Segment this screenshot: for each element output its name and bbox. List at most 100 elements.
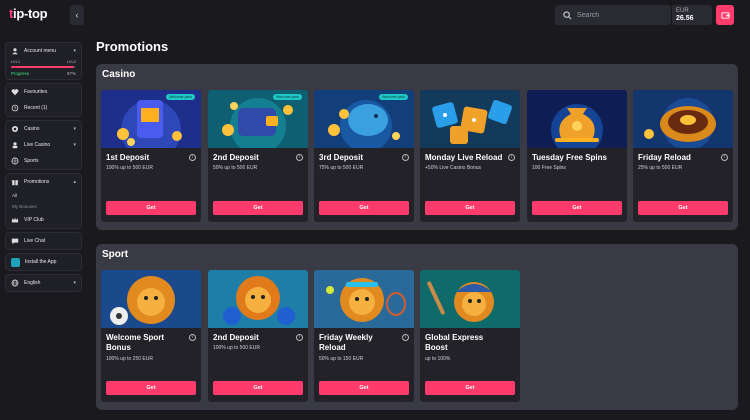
quick-links-card: Favourites Recent (1) [5,83,82,117]
promo-title: Friday Weekly Reload [319,333,373,352]
user-icon [11,47,19,55]
promo-description: 50% up to 150 EUR [319,356,364,362]
ball-icon [11,157,19,165]
info-icon[interactable]: i [189,154,196,161]
account-menu-label: Account menu [24,48,56,54]
account-menu-toggle[interactable]: Account menu ▾ [6,43,81,59]
info-icon[interactable]: i [189,334,196,341]
progress-label: Progress [11,71,30,76]
sidebar-item-label: Live Chat [24,238,46,244]
promo-description: 25% up to 500 EUR [638,165,683,171]
get-button[interactable]: Get [425,381,515,395]
sidebar-item-recent[interactable]: Recent (1) [6,100,81,116]
promo-title: 3rd Deposit [319,153,364,162]
sidebar-item-install-app[interactable]: Install the App [6,254,81,270]
wallet-button[interactable] [716,5,734,25]
promo-card[interactable]: Friday Weekly Reload i 50% up to 150 EUR… [314,270,414,402]
promo-title: Monday Live Reload [425,153,503,162]
balance-display[interactable]: EUR 26.56 [672,5,712,25]
wallet-icon [720,11,730,19]
globe-icon [11,279,19,287]
welcome-pack-badge: Welcome pack [273,94,302,100]
sidebar-item-casino[interactable]: Casino ▾ [6,121,81,137]
promotions-card: Promotions ▴ All My Bonuses VIP Club [5,173,82,229]
promo-image-lion-baseball [420,270,520,328]
get-button[interactable]: Get [532,201,622,215]
chevron-down-icon: ▾ [73,126,76,132]
promo-title: 2nd Deposit [213,153,259,162]
level-progress: LVL1 LVL2 Progress 97% [6,59,81,79]
promo-card[interactable]: Welcome pack 1st Deposit i 100% up to 50… [101,90,201,222]
get-button[interactable]: Get [319,201,409,215]
search-input[interactable] [577,11,657,19]
language-selector[interactable]: English ▾ [6,275,81,291]
promo-title: Friday Reload [638,153,691,162]
promo-description: 75% up to 500 EUR [319,165,364,171]
games-card: Casino ▾ Live Casino ▾ Sports [5,120,82,170]
info-icon[interactable]: i [721,154,728,161]
get-button[interactable]: Get [106,381,196,395]
promo-card[interactable]: Friday Reload i 25% up to 500 EUR Get [633,90,733,222]
collapse-sidebar-button[interactable]: ‹ [70,5,84,25]
promo-title: Tuesday Free Spins [532,153,607,162]
gift-icon [11,178,19,186]
get-button[interactable]: Get [106,201,196,215]
promo-image-wallet: Welcome pack [208,90,308,148]
promo-card[interactable]: Global Express Boost up to 100% Get [420,270,520,402]
promo-description: 100% up to 500 EUR [213,345,260,351]
chat-card: Live Chat [5,232,82,250]
promo-card[interactable]: Welcome Sport Bonus i 100% up to 250 EUR… [101,270,201,402]
search-box[interactable] [555,5,671,25]
promo-description: 50% up to 500 EUR [213,165,258,171]
casino-section: Casino Welcome pack 1st Deposit i 100% u… [96,64,738,230]
promo-title: 2nd Deposit [213,333,259,342]
sidebar-item-label: Recent (1) [24,105,48,111]
sidebar-item-live-casino[interactable]: Live Casino ▾ [6,137,81,153]
get-button[interactable]: Get [425,201,515,215]
promo-description: +50% Live Casino Bonus [425,165,482,171]
welcome-pack-badge: Welcome pack [166,94,195,100]
sidebar-item-vip-club[interactable]: VIP Club [6,212,81,228]
level-to: LVL2 [66,59,76,64]
account-card: Account menu ▾ LVL1 LVL2 Progress 97% [5,42,82,80]
get-button[interactable]: Get [213,381,303,395]
info-icon[interactable]: i [296,154,303,161]
info-icon[interactable]: i [508,154,515,161]
logo[interactable]: tip-top [9,6,48,21]
sidebar-item-sports[interactable]: Sports [6,153,81,169]
info-icon[interactable]: i [296,334,303,341]
heart-icon [11,88,19,96]
promo-card[interactable]: Welcome pack 2nd Deposit i 50% up to 500… [208,90,308,222]
chevron-up-icon: ▴ [73,179,76,185]
level-from: LVL1 [11,59,21,64]
welcome-pack-badge: Welcome pack [379,94,408,100]
get-button[interactable]: Get [638,201,728,215]
app-root: tip-top ‹ EUR 26.56 Account menu ▾ LVL1 L… [0,0,750,420]
promo-image-dice [420,90,520,148]
sidebar-item-live-chat[interactable]: Live Chat [6,233,81,249]
promo-description: 100% up to 250 EUR [106,356,153,362]
info-icon[interactable]: i [402,154,409,161]
sidebar-item-favourites[interactable]: Favourites [6,84,81,100]
promo-card[interactable]: Welcome pack 3rd Deposit i 75% up to 500… [314,90,414,222]
get-button[interactable]: Get [319,381,409,395]
sidebar: Account menu ▾ LVL1 LVL2 Progress 97% Favo… [5,42,82,295]
sidebar-item-promotions[interactable]: Promotions ▴ [6,174,81,190]
promotions-sub-all[interactable]: All [6,190,81,201]
search-icon [563,10,572,19]
dealer-icon [11,141,19,149]
language-card: English ▾ [5,274,82,292]
info-icon[interactable]: i [402,334,409,341]
promo-card[interactable]: Tuesday Free Spins 100 Free Spins Get [527,90,627,222]
promo-card[interactable]: 2nd Deposit i 100% up to 500 EUR Get [208,270,308,402]
promotions-sub-my-bonuses[interactable]: My Bonuses [6,201,81,212]
get-button[interactable]: Get [213,201,303,215]
promo-card[interactable]: Monday Live Reload i +50% Live Casino Bo… [420,90,520,222]
crown-icon [11,216,19,224]
chip-icon [11,125,19,133]
sidebar-item-label: Favourites [24,89,48,95]
promo-image-money-bag [527,90,627,148]
promo-description: up to 100% [425,356,451,362]
sidebar-item-label: Install the App [25,259,57,265]
sidebar-item-label: Live Casino [24,142,51,148]
